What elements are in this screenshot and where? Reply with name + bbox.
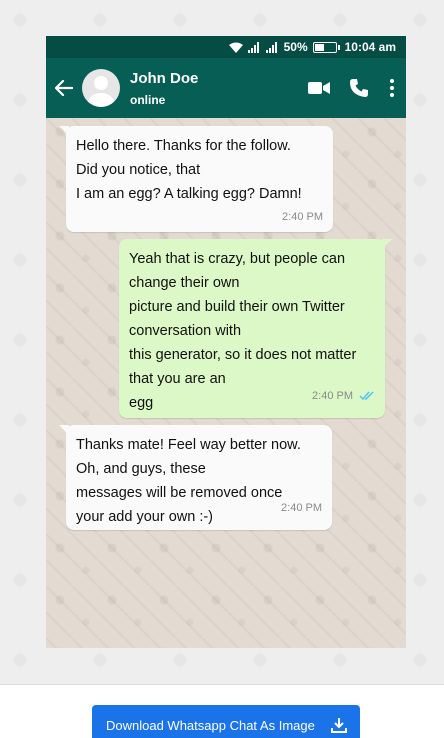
message-line: this generator, so it does not matter [129,347,357,363]
footer-bar: Download Whatsapp Chat As Image [0,684,444,738]
phone-call-icon[interactable] [344,78,374,98]
chat-header: John Doe online [46,58,406,118]
read-ticks-icon [359,391,375,401]
message-time: 2:40 PM [312,390,353,402]
message-line: change their own [129,275,240,291]
download-icon [330,717,347,733]
message-time: 2:40 PM [281,502,322,514]
status-time: 10:04 am [344,40,396,54]
battery-percent: 50% [283,40,308,54]
signal-icon-2 [265,41,279,53]
message-line: I am an egg? A talking egg? Damn! [76,186,302,202]
message-line: Yeah that is crazy, but people can [129,251,346,267]
status-bar: 50% 10:04 am [46,36,406,58]
back-arrow-icon[interactable] [46,80,82,96]
more-options-icon[interactable] [384,79,400,97]
message-line: Oh, and guys, these [76,461,206,477]
message-time: 2:40 PM [282,211,323,223]
message-line: conversation with [129,323,242,339]
signal-icon [247,41,261,53]
avatar[interactable] [82,69,120,107]
contact-status: online [130,92,166,107]
message-line: Did you notice, that [76,162,201,178]
message-bubble-outgoing: Yeah that is crazy, but people can chang… [119,239,392,418]
message-bubble-incoming: Hello there. Thanks for the follow. Did … [59,126,333,232]
download-button-label: Download Whatsapp Chat As Image [106,717,315,733]
contact-info[interactable]: John Doe online [130,70,304,107]
message-line: picture and build their own Twitter [129,299,345,315]
contact-name: John Doe [130,69,199,87]
video-call-icon[interactable] [304,81,334,95]
message-line: Thanks mate! Feel way better now. [76,437,301,453]
download-chat-button[interactable]: Download Whatsapp Chat As Image [92,705,360,738]
wifi-icon [228,42,243,53]
battery-icon [312,41,340,53]
message-bubble-incoming: Thanks mate! Feel way better now. Oh, an… [59,425,332,530]
chat-phone-frame: 50% 10:04 am John Doe online Hello there… [46,36,406,648]
message-line: Hello there. Thanks for the follow. [76,138,291,154]
